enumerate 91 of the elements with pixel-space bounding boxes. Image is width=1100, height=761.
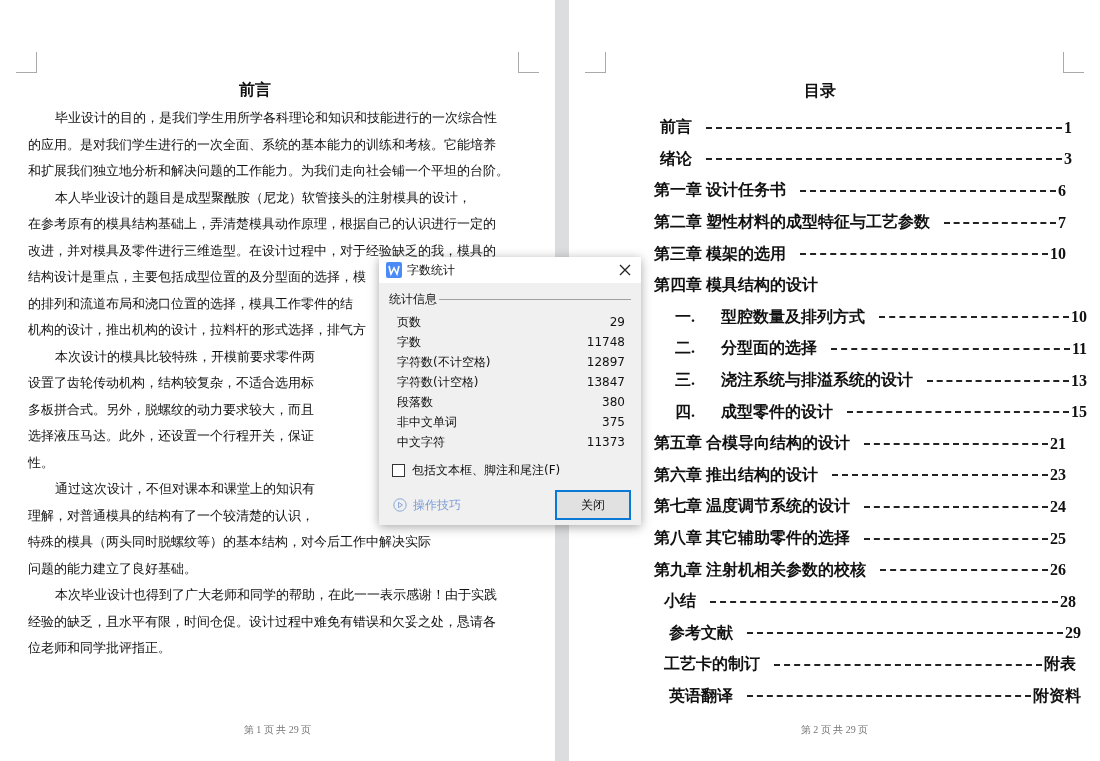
- stat-label: 字数: [397, 334, 421, 351]
- stat-value: 11748: [586, 334, 625, 351]
- page-footer: 第 1 页 共 29 页: [243, 724, 312, 735]
- text-line: 理解，对普通模具的结构有了一个较清楚的认识，: [28, 507, 314, 523]
- text-line: 特殊的模具（两头同时脱螺纹等）的基本结构，对今后工作中解决实际: [28, 534, 431, 549]
- section-number: 四.: [675, 401, 696, 422]
- stat-label: 中文字符: [397, 434, 445, 451]
- stat-label: 字符数(计空格): [397, 374, 479, 391]
- toc-page: 附表: [1044, 654, 1076, 675]
- crop-mark: [585, 52, 606, 73]
- text-line: 的应用。是对我们学生进行的一次全面、系统的基本能力的训练和考核。它能培养: [28, 136, 496, 152]
- toc-title: 第九章 注射机相关参数的校核: [654, 559, 866, 580]
- close-button[interactable]: 关闭: [555, 490, 631, 520]
- toc-page: 29: [1065, 624, 1081, 643]
- toc-title: 成型零件的设计: [721, 401, 833, 422]
- toc-title: 第七章 温度调节系统的设计: [654, 496, 850, 517]
- toc-title: 型腔数量及排列方式: [721, 306, 865, 327]
- stat-value: 380: [602, 394, 625, 411]
- toc-page: 10: [1071, 308, 1087, 327]
- close-icon[interactable]: [619, 264, 631, 276]
- text-line: 在参考原有的模具结构基础上，弄清楚模具动作原理，根据自己的认识进行一定的: [28, 216, 496, 231]
- toc-title: 英语翻译: [669, 686, 733, 706]
- toc-page: 1: [1064, 118, 1072, 137]
- toc-page: 28: [1060, 592, 1076, 611]
- stat-value: 13847: [586, 374, 625, 391]
- toc-title: 第四章 模具结构的设计: [654, 275, 818, 296]
- toc-page: 6: [1058, 182, 1066, 200]
- crop-mark: [518, 52, 539, 73]
- section-number: 一.: [675, 306, 696, 327]
- text-line: 毕业设计的目的，是我们学生用所学各科理论和知识和技能进行的一次综合性: [55, 110, 497, 125]
- page-heading: 目录: [803, 80, 836, 102]
- toc-title: 第三章 模架的选用: [654, 243, 786, 264]
- text-line: 本次设计的模具比较特殊，开模前要求零件两: [55, 348, 315, 364]
- dialog-title: 字数统计: [407, 261, 456, 279]
- text-line: 问题的能力建立了良好基础。: [28, 560, 197, 576]
- text-line: 通过这次设计，不但对课本和课堂上的知识有: [55, 481, 315, 496]
- toc-title: 第八章 其它辅助零件的选择: [654, 528, 850, 548]
- text-line: 的排列和流道布局和浇口位置的选择，模具工作零件的结: [28, 295, 353, 311]
- toc-title: 第二章 塑性材料的成型特征与工艺参数: [654, 212, 930, 233]
- toc-title: 小结: [664, 591, 696, 612]
- toc-title: 第五章 合模导向结构的设计: [654, 433, 850, 454]
- toc-page: 24: [1050, 497, 1066, 516]
- group-label: 统计信息: [389, 291, 437, 308]
- toc-page: 3: [1064, 150, 1072, 169]
- text-line: 设置了齿轮传动机构，结构较复杂，不适合选用标: [28, 375, 314, 390]
- text-line: 选择液压马达。此外，还设置一个行程开关，保证: [28, 428, 314, 443]
- stat-value: 12897: [586, 354, 625, 371]
- stat-value: 375: [602, 414, 625, 431]
- toc-page: 附资料: [1033, 686, 1081, 706]
- toc-page: 26: [1050, 561, 1066, 580]
- stat-label: 非中文单词: [397, 414, 457, 431]
- app-logo-icon: [386, 262, 402, 278]
- checkbox-label[interactable]: 包括文本框、脚注和尾注(F): [412, 462, 561, 479]
- text-line: 改进，并对模具及零件进行三维造型。在设计过程中，对于经验缺乏的我，模具的: [28, 242, 496, 258]
- crop-mark: [1063, 52, 1084, 73]
- text-line: 本人毕业设计的题目是成型聚酰胺（尼龙）软管接头的注射模具的设计，: [55, 189, 471, 205]
- toc-page: 13: [1071, 371, 1087, 390]
- toc-page: 21: [1050, 434, 1066, 453]
- toc-page: 7: [1058, 213, 1066, 232]
- toc-page: 10: [1050, 245, 1066, 264]
- stat-value: 29: [609, 314, 625, 331]
- text-line: 位老师和同学批评指正。: [28, 640, 171, 655]
- page-footer: 第 2 页 共 29 页: [800, 724, 869, 735]
- stat-label: 段落数: [397, 394, 433, 411]
- toc-page: 15: [1071, 403, 1087, 422]
- text-line: 性。: [28, 454, 54, 470]
- stat-value: 11373: [586, 434, 625, 451]
- toc-title: 第一章 设计任务书: [654, 180, 786, 201]
- stat-label: 页数: [397, 314, 421, 331]
- toc-page: 25: [1050, 529, 1066, 548]
- toc-title: 浇注系统与排溢系统的设计: [721, 370, 913, 391]
- page-heading: 前言: [239, 79, 271, 101]
- toc-title: 绪论: [660, 148, 692, 169]
- checkbox[interactable]: [392, 464, 405, 477]
- toc-title: 前言: [660, 117, 692, 138]
- section-number: 二.: [675, 338, 696, 359]
- text-line: 经验的缺乏，且水平有限，时间仓促。设计过程中难免有错误和欠妥之处，恳请各: [28, 613, 496, 629]
- text-line: 多板拼合式。另外，脱螺纹的动力要求较大，而且: [28, 401, 314, 417]
- toc-page: 23: [1050, 466, 1066, 485]
- toc-title: 第六章 推出结构的设计: [654, 464, 818, 485]
- toc-title: 分型面的选择: [721, 338, 817, 359]
- text-line: 机构的设计，推出机构的设计，拉料杆的形式选择，排气方: [28, 322, 366, 337]
- toc-title: 工艺卡的制订: [664, 654, 760, 675]
- text-line: 本次毕业设计也得到了广大老师和同学的帮助，在此一一表示感谢！由于实践: [55, 587, 497, 602]
- stat-label: 字符数(不计空格): [397, 354, 491, 371]
- toc-title: 参考文献: [669, 622, 733, 643]
- toc-page: 11: [1071, 339, 1087, 358]
- section-number: 三.: [675, 370, 696, 391]
- text-line: 结构设计是重点，主要包括成型位置的及分型面的选择，模: [28, 269, 366, 284]
- text-line: 和扩展我们独立地分析和解决问题的工作能力。为我们走向社会铺一个平坦的台阶。: [28, 163, 509, 178]
- crop-mark: [16, 52, 37, 73]
